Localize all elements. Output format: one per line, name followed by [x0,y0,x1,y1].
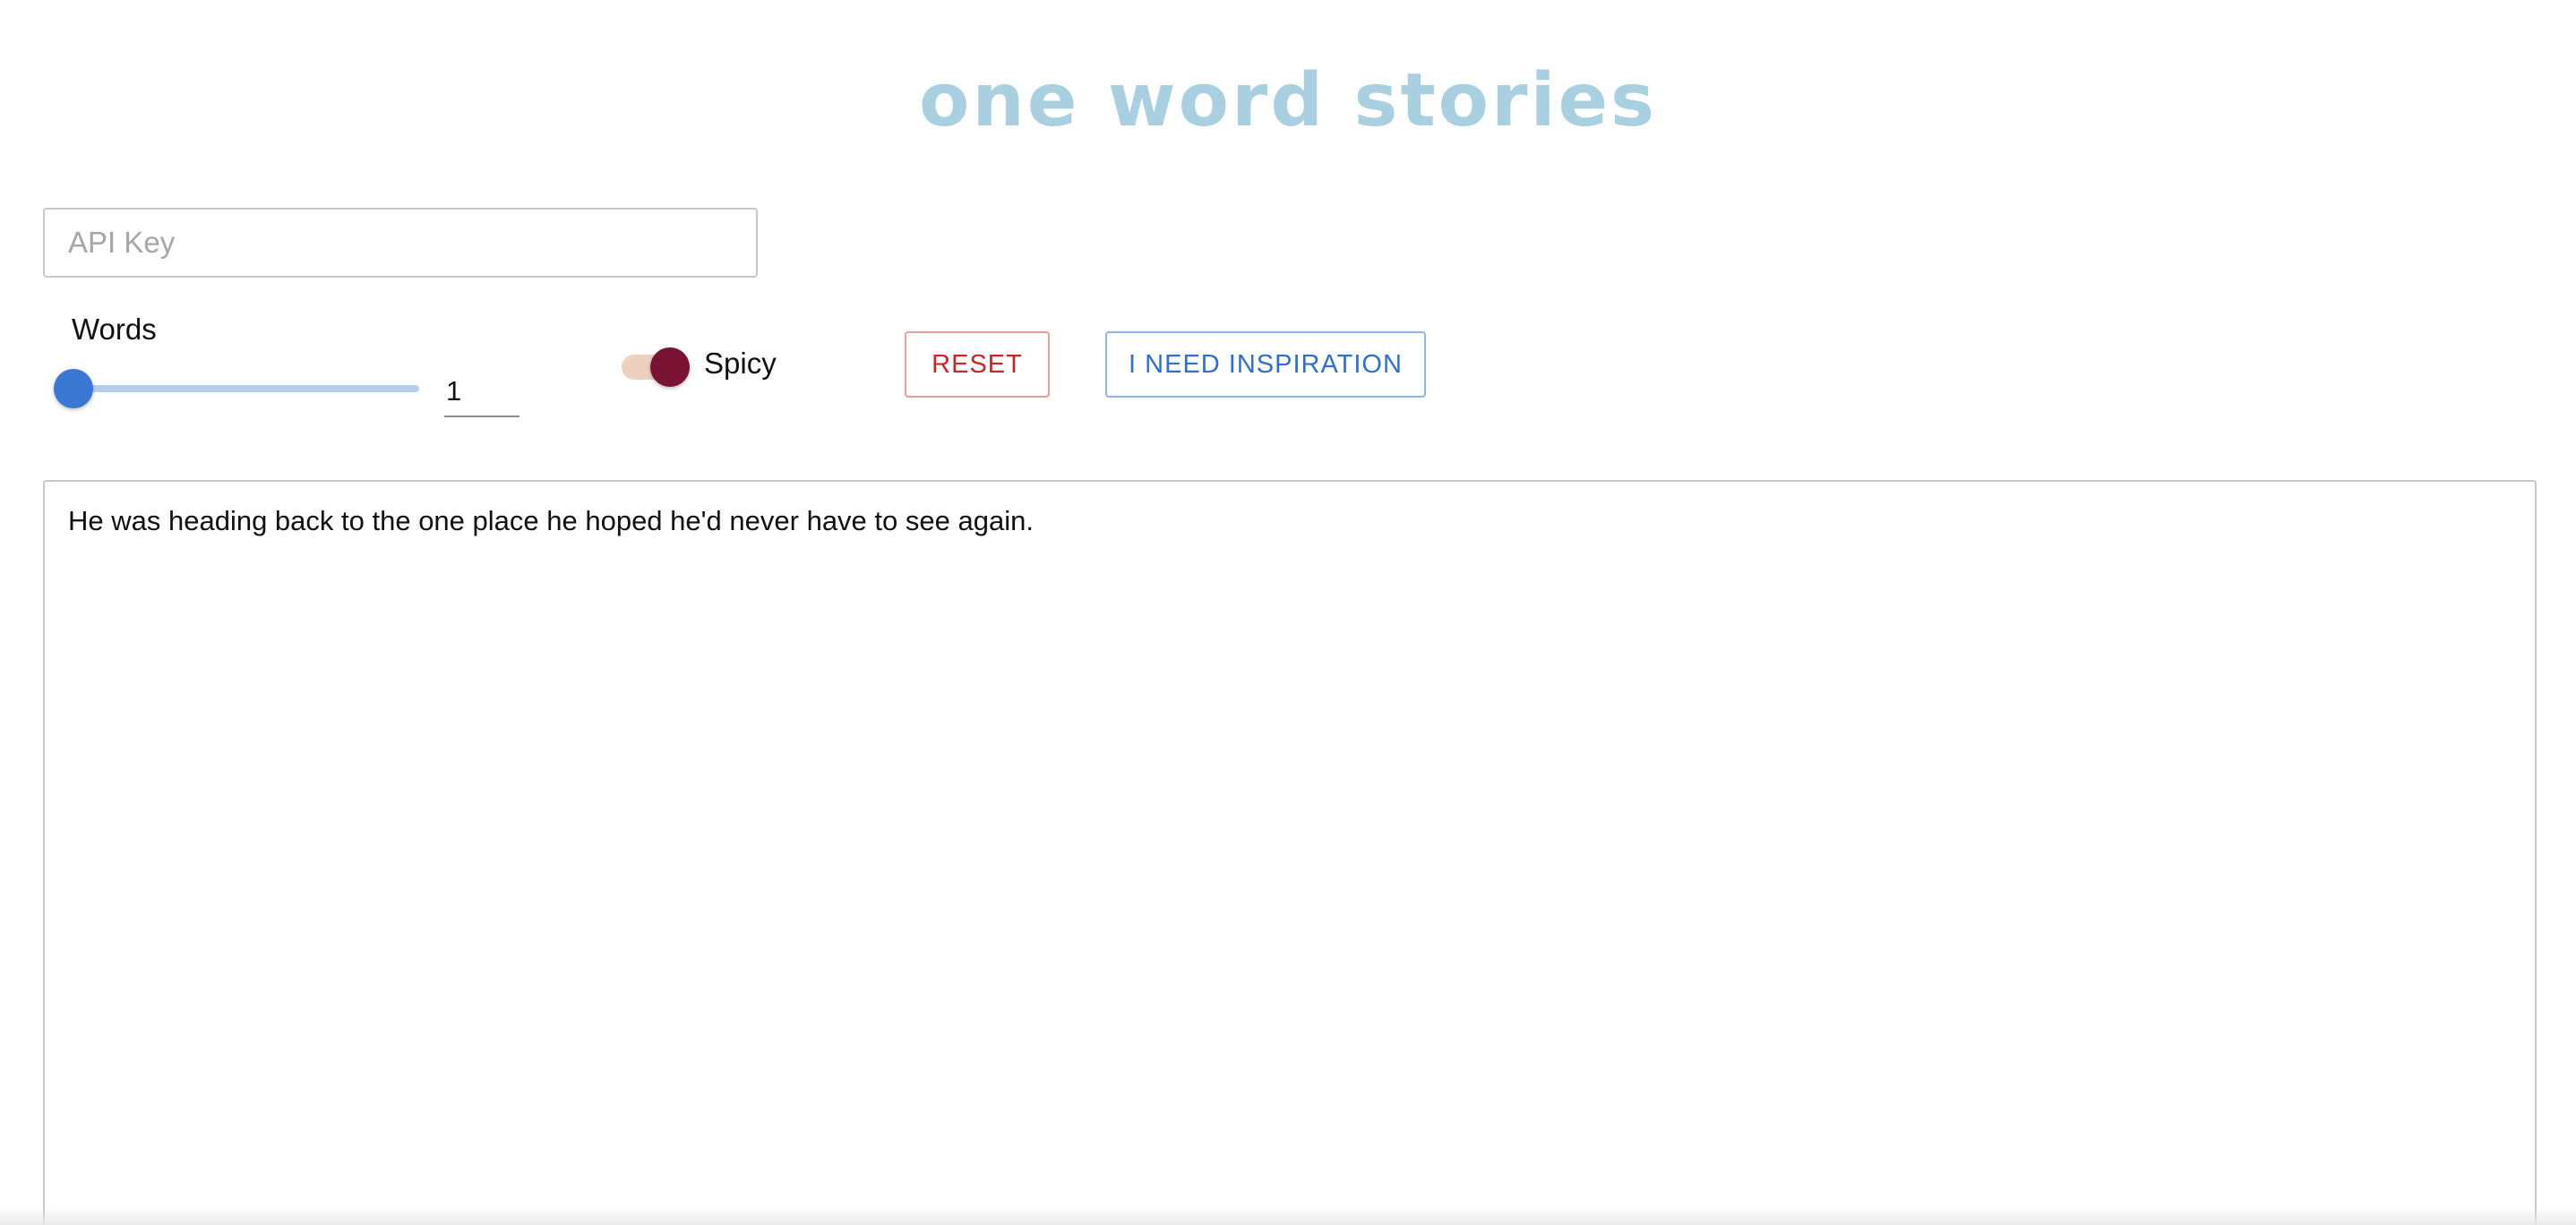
spicy-label: Spicy [704,347,777,380]
spicy-toggle-thumb[interactable] [650,347,690,387]
words-label: Words [72,313,157,346]
words-number-input[interactable] [444,367,519,417]
words-slider[interactable] [54,369,419,408]
app-page: one word stories Words Spicy RESET I NEE… [0,0,2576,1225]
words-slider-track[interactable] [70,385,419,392]
inspiration-button[interactable]: I NEED INSPIRATION [1105,331,1426,398]
bottom-edge-shadow [0,1207,2576,1225]
spicy-toggle[interactable] [620,346,691,389]
words-slider-thumb[interactable] [54,369,93,408]
api-key-input[interactable] [43,208,758,278]
story-textarea[interactable]: He was heading back to the one place he … [43,480,2537,1225]
app-title: one word stories [919,58,1657,143]
reset-button[interactable]: RESET [905,331,1050,398]
